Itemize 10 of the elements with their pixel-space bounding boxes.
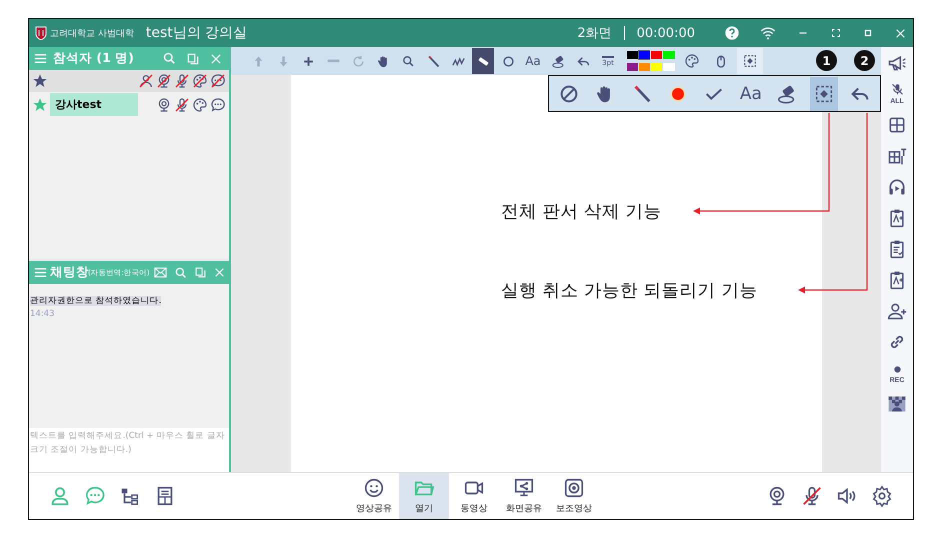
- timer: 00:00:00: [636, 26, 695, 40]
- callout-text: 전체 판서 삭제 기능: [501, 201, 662, 223]
- chat-message: 관리자권한으로 참석하였습니다.: [30, 296, 162, 306]
- university-logo-text: 고려대학교 사범대학: [50, 28, 134, 40]
- message-time: 14:43: [30, 309, 56, 319]
- screen-count: 2화면: [577, 25, 612, 42]
- window-title: test님의 강의실: [146, 24, 248, 42]
- chat-title: 채팅창: [50, 264, 89, 281]
- participants-title: 참석자 (1 명): [53, 50, 134, 67]
- callout-text: 실행 취소 가능한 되돌리기 기능: [501, 280, 758, 302]
